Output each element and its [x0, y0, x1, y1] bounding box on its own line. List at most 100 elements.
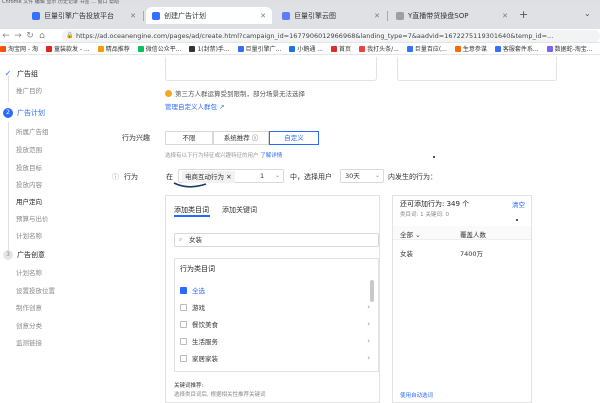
close-icon[interactable]: ✕	[370, 12, 380, 20]
sidebar-item-ad-group[interactable]: 所属广告组	[16, 126, 49, 138]
bookmark-favicon-icon	[494, 45, 501, 52]
tab-divider	[387, 11, 388, 21]
checkbox[interactable]	[180, 354, 187, 362]
search-icon: ⌕	[179, 236, 183, 243]
filter-all-select[interactable]: 全部 ⌄	[400, 229, 421, 239]
step-connector	[8, 122, 9, 250]
checkbox[interactable]	[180, 320, 187, 328]
table-row-name: 女装	[400, 250, 413, 258]
category-row[interactable]: 全选	[180, 284, 370, 296]
step-ad-group[interactable]: ✓ 广告组	[0, 67, 110, 81]
cursor-dot	[433, 156, 435, 158]
reload-icon[interactable]: ↻	[24, 31, 36, 41]
bookmark-item[interactable]: 微信公众平...	[137, 44, 181, 53]
audience-card	[165, 57, 377, 81]
chevron-down-icon: ⌄	[374, 172, 380, 179]
tab-favicon-icon	[152, 11, 160, 20]
bookmark-item[interactable]: 精品推荐	[97, 44, 130, 53]
category-list-title: 行为类目词	[180, 265, 215, 273]
tab-create-plan[interactable]: 创建广告计划 ✕	[146, 7, 272, 24]
sidebar-item-plan-name[interactable]: 计划名称	[16, 230, 42, 242]
interest-option-custom[interactable]: 自定义	[269, 131, 319, 145]
bookmark-item[interactable]: 小鹅通 ...	[289, 44, 323, 53]
bookmark-item[interactable]: 1(封禁)手...	[189, 44, 230, 53]
bookmark-item[interactable]: 客服套件系...	[494, 44, 539, 53]
learn-more-link[interactable]: 了解详情	[260, 153, 282, 159]
sidebar-item-promotion-purpose[interactable]: 推广目的	[16, 85, 42, 97]
sidebar-item-target[interactable]: 投放目标	[16, 162, 42, 174]
checkbox[interactable]	[180, 337, 187, 345]
selected-summary: 类目词: 1 关键词: 0	[400, 212, 449, 218]
help-icon[interactable]: ⓘ	[112, 172, 119, 182]
step-ad-creative[interactable]: 3 广告创意	[0, 248, 110, 262]
bookmark-item[interactable]: 淘宝网 - 淘	[0, 44, 38, 53]
help-icon[interactable]: ⓘ	[252, 134, 259, 142]
sidebar-item-creative-name[interactable]: 计划名称	[16, 267, 42, 279]
check-icon: ✓	[4, 69, 12, 78]
tab-category-words[interactable]: 添加类目词	[174, 205, 209, 215]
bookmark-item[interactable]: 首页	[331, 44, 351, 53]
bookmark-item[interactable]: 巨量百应(...	[406, 44, 447, 53]
close-icon[interactable]: ✕	[126, 12, 136, 20]
category-row[interactable]: 游戏 ›	[180, 301, 370, 313]
close-icon[interactable]: ✕	[226, 173, 231, 181]
close-icon[interactable]: ✕	[256, 12, 266, 20]
tab-ad-platform[interactable]: 巨量引擎广告投放平台 ✕	[26, 7, 142, 24]
clear-button[interactable]: 清空	[512, 199, 525, 209]
new-tab-icon[interactable]: +	[519, 8, 528, 21]
behavior-suffix: 内发生的行为：	[388, 173, 437, 181]
bookmark-favicon-icon	[237, 45, 244, 52]
scrollbar[interactable]	[370, 280, 374, 302]
bookmark-favicon-icon	[45, 45, 52, 52]
step-sidebar: ✓ 广告组 推广目的 2 广告计划 所属广告组 投放范围 投放目标 投放内容 用…	[0, 58, 110, 403]
chevron-right-icon: ›	[367, 337, 370, 345]
keyword-recommend-title: 关键词推荐:	[174, 383, 204, 389]
checkbox[interactable]	[180, 303, 187, 311]
step-number: 3	[3, 250, 13, 260]
sidebar-item-placement[interactable]: 设置投放位置	[16, 285, 55, 297]
bookmark-item[interactable]: 我打头条/...	[359, 44, 399, 53]
active-tab-indicator	[174, 215, 210, 217]
use-auto-words-link[interactable]: 使用自动选词	[400, 391, 433, 399]
back-icon[interactable]: ←	[0, 31, 12, 41]
sidebar-item-scope[interactable]: 投放范围	[16, 144, 42, 156]
interest-option-unlimited[interactable]: 不限	[165, 131, 213, 145]
tab-list-chevron-icon[interactable]: ⌄	[584, 9, 591, 18]
category-row[interactable]: 家居家装 ›	[180, 352, 370, 364]
home-icon[interactable]: ⌂	[36, 31, 48, 41]
checkbox[interactable]	[180, 286, 187, 294]
chevron-right-icon: ›	[367, 354, 370, 362]
sidebar-item-targeting[interactable]: 用户定向	[16, 196, 42, 208]
address-toolbar: ← → ↻ ⌂ 🔒 https://ad.oceanengine.com/pag…	[0, 29, 600, 43]
manage-audience-link[interactable]: 管理自定义人群包 ↗	[165, 101, 225, 111]
sidebar-item-budget[interactable]: 预算与出价	[16, 213, 49, 225]
forward-icon[interactable]: →	[12, 31, 24, 41]
category-row[interactable]: 生活服务 ›	[180, 335, 370, 347]
chevron-right-icon: ›	[367, 320, 370, 328]
bookmark-favicon-icon	[359, 45, 366, 52]
category-search-input[interactable]: ⌕ 女装	[174, 233, 379, 247]
step-number: 2	[3, 108, 13, 118]
bookmark-item[interactable]: 数据蛇-淘宝...	[546, 44, 593, 53]
bookmarks-bar: 淘宝网 - 淘童装款发 - ... 精品推荐 微信公众平... 1(封禁)手... 巨量…	[0, 43, 600, 55]
bookmark-item[interactable]: 巨量引擎广...	[237, 44, 281, 53]
step-ad-plan[interactable]: 2 广告计划	[0, 106, 110, 120]
interest-option-system[interactable]: 系统推荐 ⓘ	[213, 131, 269, 145]
tab-sop-doc[interactable]: Y直播带货操盘SOP ✕	[390, 7, 514, 24]
bookmark-favicon-icon	[331, 45, 338, 52]
days-select[interactable]: 30天 ⌄	[340, 169, 384, 183]
bookmark-favicon-icon	[0, 45, 6, 52]
bookmark-item[interactable]: 童装款发 - ...	[45, 44, 90, 53]
category-row[interactable]: 餐饮美食 ›	[180, 318, 370, 330]
tab-yuntu[interactable]: 巨量引擎云图 ✕	[276, 7, 386, 24]
chevron-right-icon: ›	[367, 303, 370, 311]
bookmark-favicon-icon	[289, 45, 296, 52]
close-icon[interactable]: ✕	[498, 12, 508, 20]
sidebar-item-tracking-link[interactable]: 监测链接	[16, 337, 42, 349]
sidebar-item-creative-category[interactable]: 创意分类	[16, 320, 42, 332]
tab-keywords[interactable]: 添加关键词	[222, 205, 257, 215]
bookmark-item[interactable]: 生意参谋	[454, 44, 487, 53]
address-bar[interactable]: 🔒 https://ad.oceanengine.com/pages/ad/cr…	[62, 30, 600, 42]
sidebar-item-content[interactable]: 投放内容	[16, 179, 42, 191]
sidebar-item-make-creative[interactable]: 制作创意	[16, 302, 42, 314]
